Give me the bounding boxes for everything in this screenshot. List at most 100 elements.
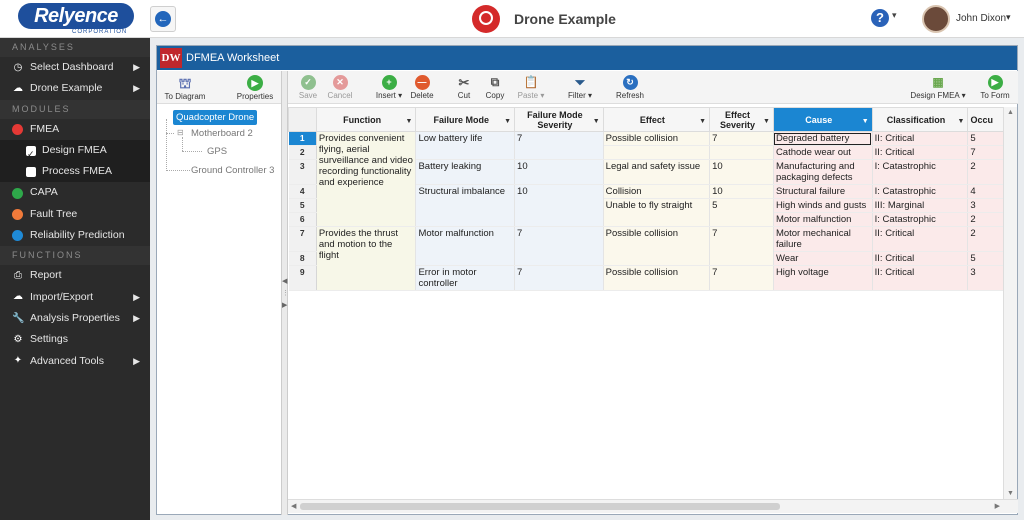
collapse-icon[interactable]: ⊟ — [177, 128, 184, 137]
sidebar-item-advanced-tools[interactable]: ✦ Advanced Tools ▶ — [0, 351, 150, 372]
cell-occurrence[interactable]: 5 — [967, 131, 1004, 146]
tree-node-motherboard-2[interactable]: Motherboard 2 — [191, 128, 253, 139]
sidebar-item-report[interactable]: ⎙ Report — [0, 265, 150, 286]
cell-effect-severity[interactable]: 5 — [709, 198, 774, 227]
cell-cause[interactable]: Cathode wear out — [773, 145, 873, 160]
design-fmea-view-button[interactable]: ▦ Design FMEA ▾ — [908, 73, 968, 100]
cell-cause[interactable]: Structural failure — [773, 184, 873, 199]
cell-classification[interactable]: II: Critical — [872, 251, 969, 266]
column-header-occurrence[interactable]: Occu — [967, 107, 1004, 132]
cell-classification[interactable]: I: Catastrophic — [872, 159, 969, 185]
cell-effect-severity[interactable] — [709, 145, 774, 160]
cell-effect-severity[interactable]: 10 — [709, 184, 774, 199]
cell-classification[interactable]: II: Critical — [872, 226, 969, 252]
tree-node-ground-controller-3[interactable]: Ground Controller 3 — [191, 165, 274, 176]
row-number[interactable]: 6 — [288, 212, 317, 227]
sidebar-item-analysis-properties[interactable]: 🔧 Analysis Properties ▶ — [0, 308, 150, 329]
chevron-down-icon[interactable]: ▼ — [593, 117, 600, 127]
cell-classification[interactable]: I: Catastrophic — [872, 212, 969, 227]
sidebar-item-capa[interactable]: CAPA — [0, 182, 150, 203]
tree-node-quadcopter-drone[interactable]: Quadcopter Drone — [173, 110, 258, 125]
cell-occurrence[interactable]: 2 — [967, 159, 1004, 185]
cell-classification[interactable]: III: Marginal — [872, 198, 969, 213]
refresh-button[interactable]: ↻ Refresh — [614, 73, 646, 100]
save-button[interactable]: ✓ Save — [296, 73, 320, 100]
cell-failure-mode[interactable]: Error in motor controller — [415, 265, 516, 291]
chevron-down-icon[interactable]: ▼ — [406, 117, 413, 127]
to-diagram-button[interactable]: ⛫ To Diagram — [163, 73, 207, 101]
cancel-button[interactable]: ✕ Cancel — [326, 73, 354, 100]
sidebar-item-fault-tree[interactable]: Fault Tree — [0, 204, 150, 225]
cell-cause[interactable]: Motor malfunction — [773, 212, 873, 227]
copy-button[interactable]: ⧉ Copy — [484, 73, 506, 100]
column-header-cause[interactable]: Cause ▼ — [772, 107, 873, 132]
back-button[interactable]: ← — [150, 6, 176, 32]
arrow-down-icon[interactable]: ▼ — [1007, 490, 1014, 497]
cell-effect[interactable]: Unable to fly straight — [603, 198, 711, 227]
cell-effect[interactable]: Possible collision — [603, 265, 711, 291]
cell-failure-mode-severity[interactable]: 7 — [514, 265, 604, 291]
cell-occurrence[interactable]: 7 — [967, 145, 1004, 160]
sidebar-item-select-dashboard[interactable]: ◷ Select Dashboard ▶ — [0, 57, 150, 78]
arrow-left-icon[interactable]: ◀ — [291, 502, 296, 510]
cell-occurrence[interactable]: 2 — [967, 212, 1004, 227]
paste-button[interactable]: 📋 Paste ▾ — [514, 73, 548, 100]
sidebar-item-process-fmea[interactable]: Process FMEA — [0, 161, 150, 183]
cell-effect-severity[interactable]: 7 — [709, 265, 774, 291]
row-number[interactable]: 2 — [288, 145, 317, 160]
column-header-failure-mode[interactable]: Failure Mode ▼ — [415, 107, 516, 132]
avatar[interactable] — [922, 5, 950, 33]
user-name[interactable]: John Dixon — [956, 13, 1006, 24]
cell-occurrence[interactable]: 3 — [967, 265, 1004, 291]
column-header-function[interactable]: Function ▼ — [315, 107, 417, 132]
chevron-down-icon[interactable]: ▼ — [699, 117, 706, 127]
cut-button[interactable]: ✂ Cut — [454, 73, 474, 100]
column-header-effect[interactable]: Effect ▼ — [602, 107, 711, 132]
cell-function[interactable]: Provides the thrust and motion to the fl… — [316, 226, 417, 291]
cell-cause[interactable]: Degraded battery — [773, 131, 873, 146]
chevron-down-icon[interactable]: ▼ — [957, 117, 964, 127]
cell-classification[interactable]: I: Catastrophic — [872, 184, 969, 199]
cell-effect-severity[interactable]: 10 — [709, 159, 774, 185]
cell-cause[interactable]: Motor mechanical failure — [773, 226, 873, 252]
sidebar-item-import-export[interactable]: ☁ Import/Export ▶ — [0, 287, 150, 308]
chevron-down-icon[interactable]: ▼ — [504, 117, 511, 127]
sidebar-item-design-fmea[interactable]: Design FMEA — [0, 139, 150, 165]
cell-occurrence[interactable]: 5 — [967, 251, 1004, 266]
filter-button[interactable]: ⏷ Filter ▾ — [564, 73, 596, 100]
cell-cause[interactable]: Wear — [773, 251, 873, 266]
cell-cause[interactable]: High winds and gusts — [773, 198, 873, 213]
scrollbar-thumb[interactable] — [300, 503, 780, 510]
vertical-scrollbar[interactable]: ▲ ▼ — [1003, 107, 1017, 499]
cell-effect[interactable]: Collision — [603, 184, 711, 199]
cell-failure-mode[interactable]: Motor malfunction — [415, 226, 516, 266]
chevron-down-icon[interactable]: ▾ — [1006, 12, 1011, 23]
relyence-logo[interactable]: Relyence CORPORATION — [18, 3, 134, 35]
cell-classification[interactable]: II: Critical — [872, 131, 969, 146]
cell-failure-mode[interactable]: Low battery life — [415, 131, 516, 160]
arrow-right-icon[interactable]: ▶ — [995, 502, 1000, 510]
cell-function[interactable]: Provides convenient flying, aerial surve… — [316, 131, 417, 227]
cell-effect[interactable]: Legal and safety issue — [603, 159, 711, 185]
pane-splitter[interactable]: ◀ ⋮ ▶ — [281, 71, 289, 515]
cell-failure-mode-severity[interactable]: 10 — [514, 159, 604, 185]
cell-effect-severity[interactable]: 7 — [709, 226, 774, 266]
cell-failure-mode[interactable]: Battery leaking — [415, 159, 516, 185]
cell-failure-mode-severity[interactable]: 10 — [514, 184, 604, 227]
row-number[interactable]: 7 — [288, 226, 317, 252]
cell-effect[interactable] — [603, 145, 711, 160]
arrow-up-icon[interactable]: ▲ — [1007, 109, 1014, 116]
arrow-right-icon[interactable]: ▶ — [282, 301, 287, 309]
column-header-failure-mode-severity[interactable]: Failure Mode Severity ▼ — [514, 107, 604, 132]
cell-failure-mode-severity[interactable]: 7 — [514, 131, 604, 160]
cell-occurrence[interactable]: 4 — [967, 184, 1004, 199]
delete-button[interactable]: — Delete — [408, 73, 436, 100]
properties-button[interactable]: ▶ Properties — [235, 73, 275, 101]
cell-failure-mode[interactable]: Structural imbalance — [415, 184, 516, 227]
column-header-effect-severity[interactable]: Effect Severity ▼ — [709, 107, 774, 132]
row-number[interactable]: 9 — [288, 265, 317, 291]
sidebar-item-settings[interactable]: ⚙ Settings — [0, 329, 150, 350]
to-form-button[interactable]: ▶ To Form — [978, 73, 1012, 100]
table-row[interactable]: 7 Provides the thrust and motion to the … — [288, 226, 1004, 291]
horizontal-scrollbar[interactable]: ◀ ▶ — [288, 499, 1018, 513]
